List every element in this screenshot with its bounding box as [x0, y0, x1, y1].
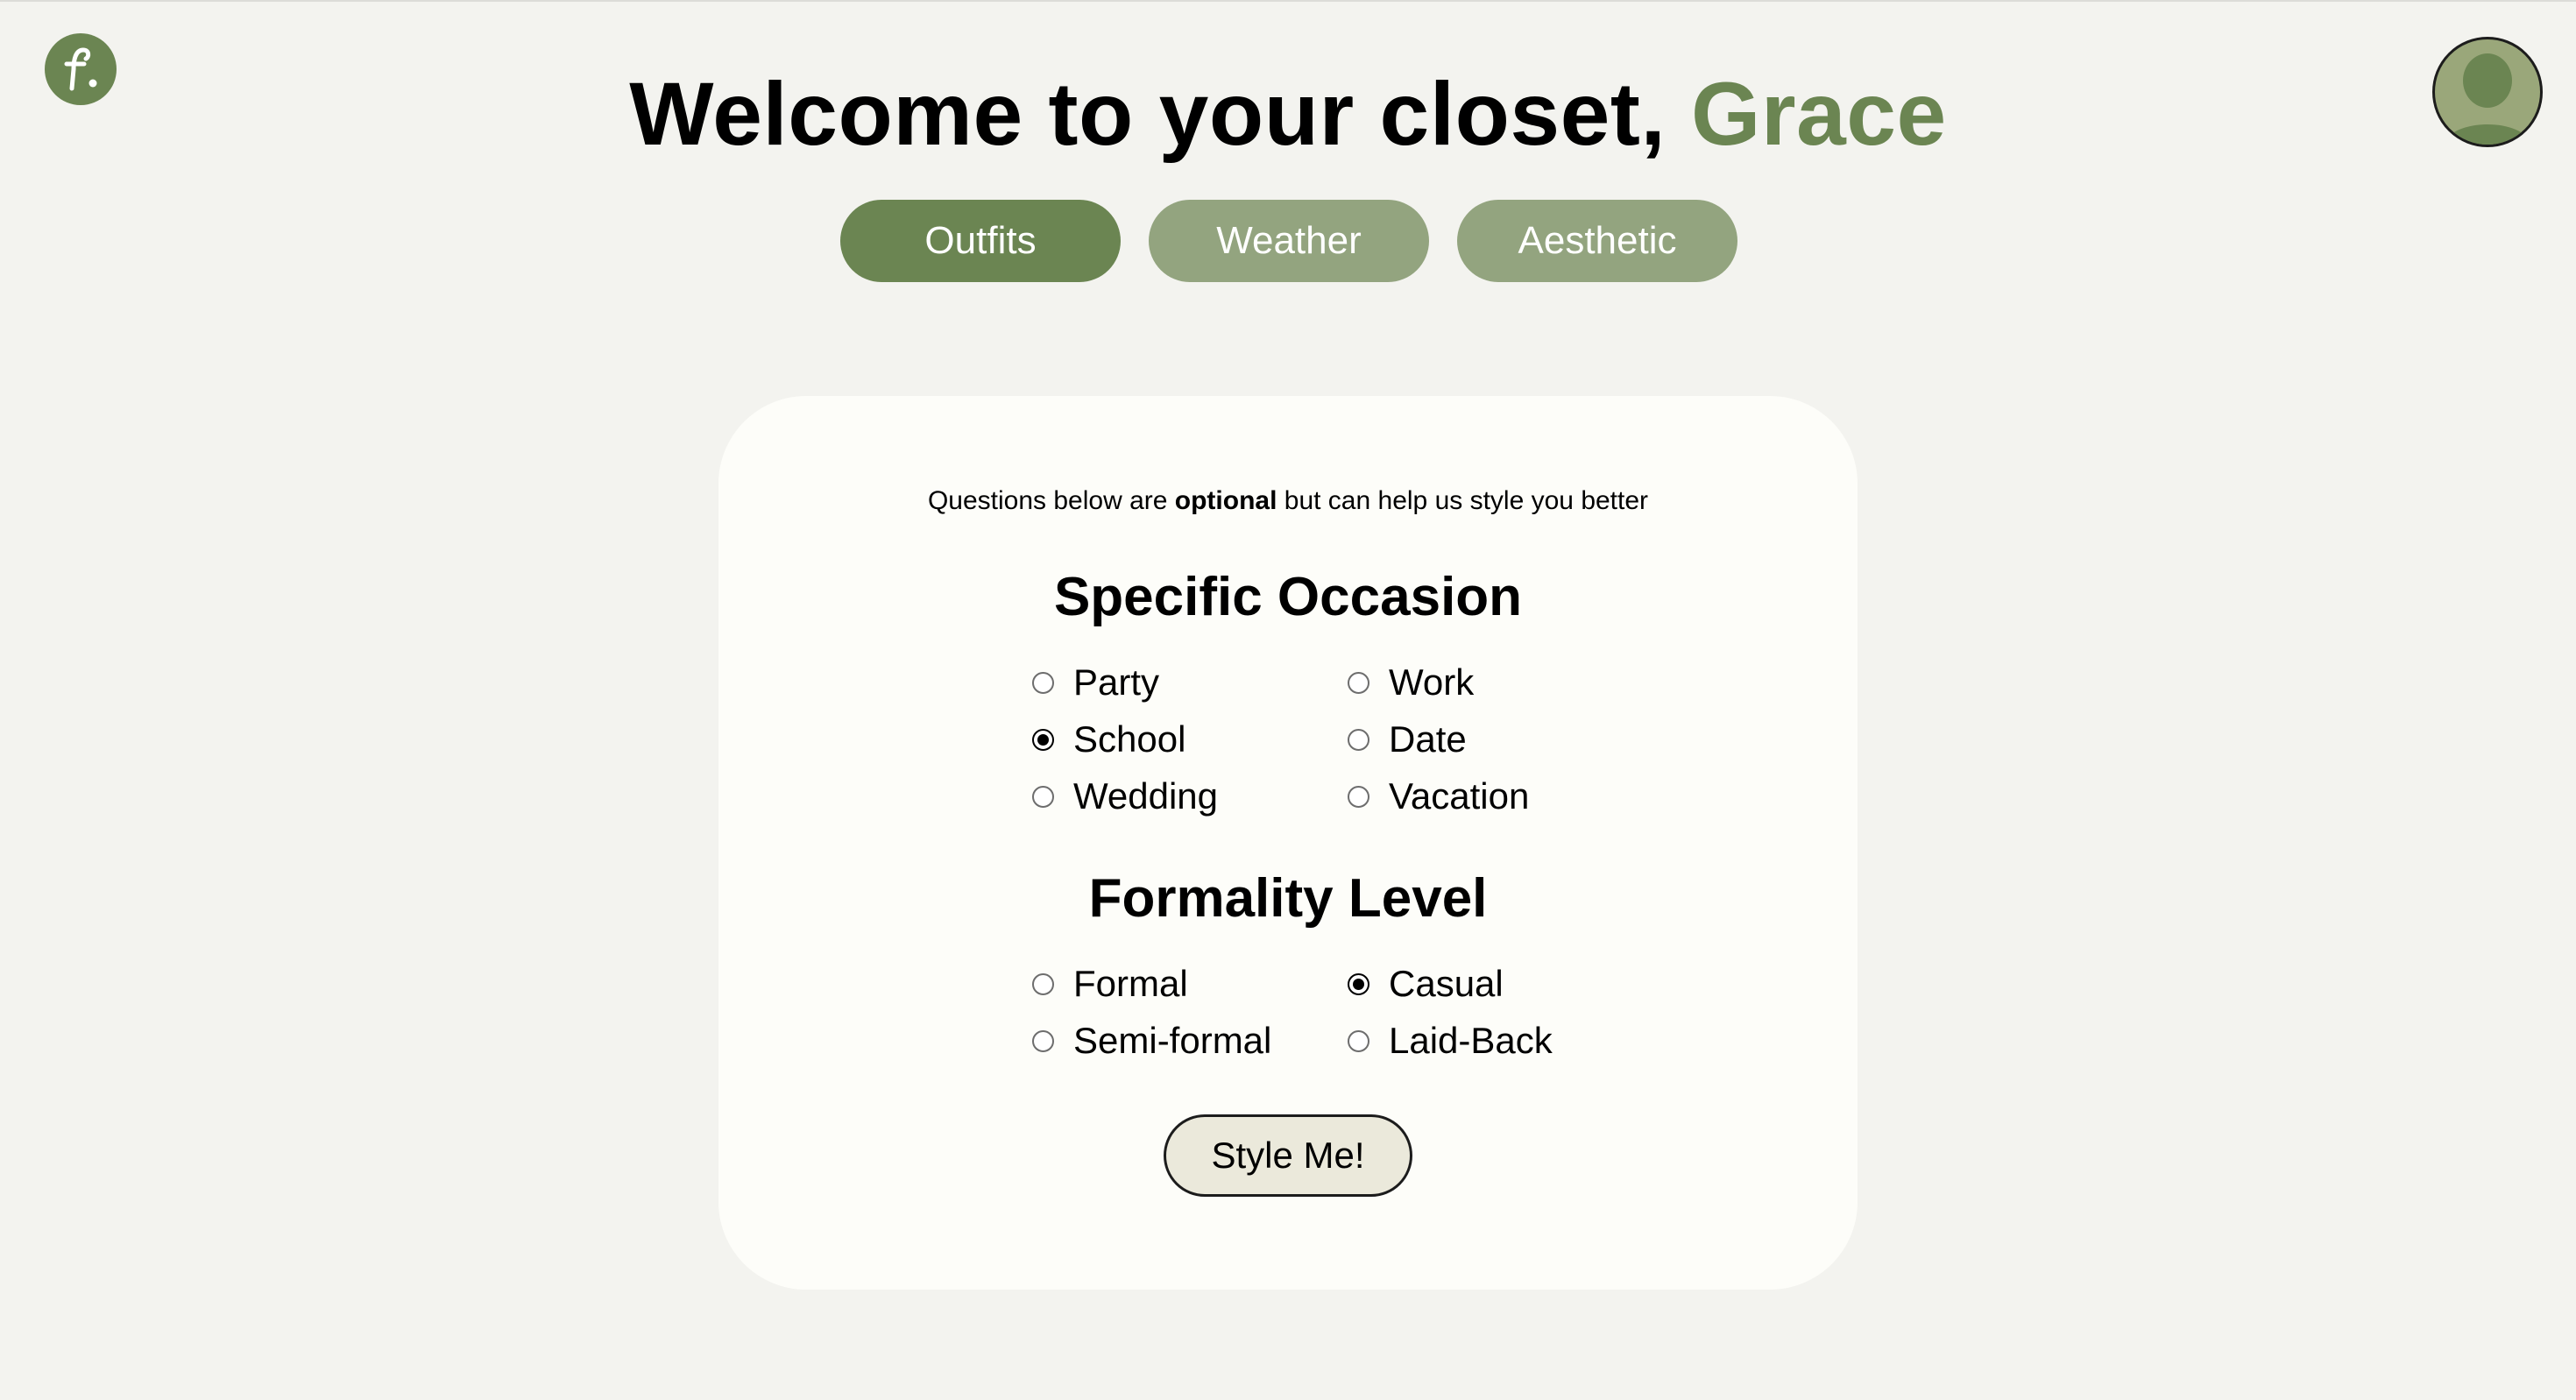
- main-tabs: Outfits Weather Aesthetic: [0, 200, 2576, 282]
- option-semi-formal[interactable]: Semi-formal: [1032, 1019, 1271, 1063]
- option-casual[interactable]: Casual: [1348, 962, 1504, 1006]
- option-vacation[interactable]: Vacation: [1348, 774, 1529, 818]
- note-bold: optional: [1174, 486, 1277, 515]
- option-wedding[interactable]: Wedding: [1032, 774, 1218, 818]
- radio-wedding[interactable]: [1032, 785, 1054, 808]
- radio-school[interactable]: [1032, 728, 1054, 751]
- style-form-card: Questions below are optional but can hel…: [718, 396, 1858, 1290]
- note-end: but can help us style you better: [1277, 486, 1649, 515]
- radio-work[interactable]: [1348, 671, 1369, 694]
- occasion-heading: Specific Occasion: [1053, 567, 1523, 627]
- option-label: Work: [1389, 661, 1475, 703]
- option-date[interactable]: Date: [1348, 718, 1467, 761]
- option-label: Vacation: [1389, 775, 1530, 817]
- radio-party[interactable]: [1032, 671, 1054, 694]
- option-label: Casual: [1389, 963, 1504, 1004]
- option-label: Laid-Back: [1389, 1020, 1553, 1061]
- style-me-button[interactable]: Style Me!: [1164, 1114, 1412, 1197]
- option-party[interactable]: Party: [1032, 661, 1159, 704]
- avatar-silhouette: [2443, 53, 2532, 145]
- title-prefix: Welcome to your closet,: [629, 64, 1692, 164]
- option-work[interactable]: Work: [1348, 661, 1474, 704]
- radio-casual[interactable]: [1348, 972, 1369, 995]
- option-formal[interactable]: Formal: [1032, 962, 1188, 1006]
- option-school[interactable]: School: [1032, 718, 1185, 761]
- option-laid-back[interactable]: Laid-Back: [1348, 1019, 1553, 1063]
- page: Welcome to your closet, Grace Outfits We…: [0, 0, 2576, 1400]
- radio-date[interactable]: [1348, 728, 1369, 751]
- page-title: Welcome to your closet, Grace: [0, 61, 2576, 166]
- formality-heading: Formality Level: [1088, 868, 1488, 929]
- tab-weather[interactable]: Weather: [1149, 200, 1429, 282]
- user-avatar-icon[interactable]: [2432, 37, 2543, 147]
- option-label: Party: [1073, 661, 1160, 703]
- tab-outfits[interactable]: Outfits: [840, 200, 1121, 282]
- radio-laid-back[interactable]: [1348, 1029, 1369, 1052]
- option-label: Semi-formal: [1073, 1020, 1272, 1061]
- optional-note: Questions below are optional but can hel…: [718, 485, 1858, 517]
- radio-formal[interactable]: [1032, 972, 1054, 995]
- option-label: School: [1073, 718, 1186, 760]
- option-label: Date: [1389, 718, 1467, 760]
- option-label: Formal: [1073, 963, 1188, 1004]
- user-name: Grace: [1691, 64, 1947, 164]
- radio-semi-formal[interactable]: [1032, 1029, 1054, 1052]
- tab-aesthetic[interactable]: Aesthetic: [1457, 200, 1737, 282]
- option-label: Wedding: [1073, 775, 1219, 817]
- radio-vacation[interactable]: [1348, 785, 1369, 808]
- note-start: Questions below are: [927, 486, 1175, 515]
